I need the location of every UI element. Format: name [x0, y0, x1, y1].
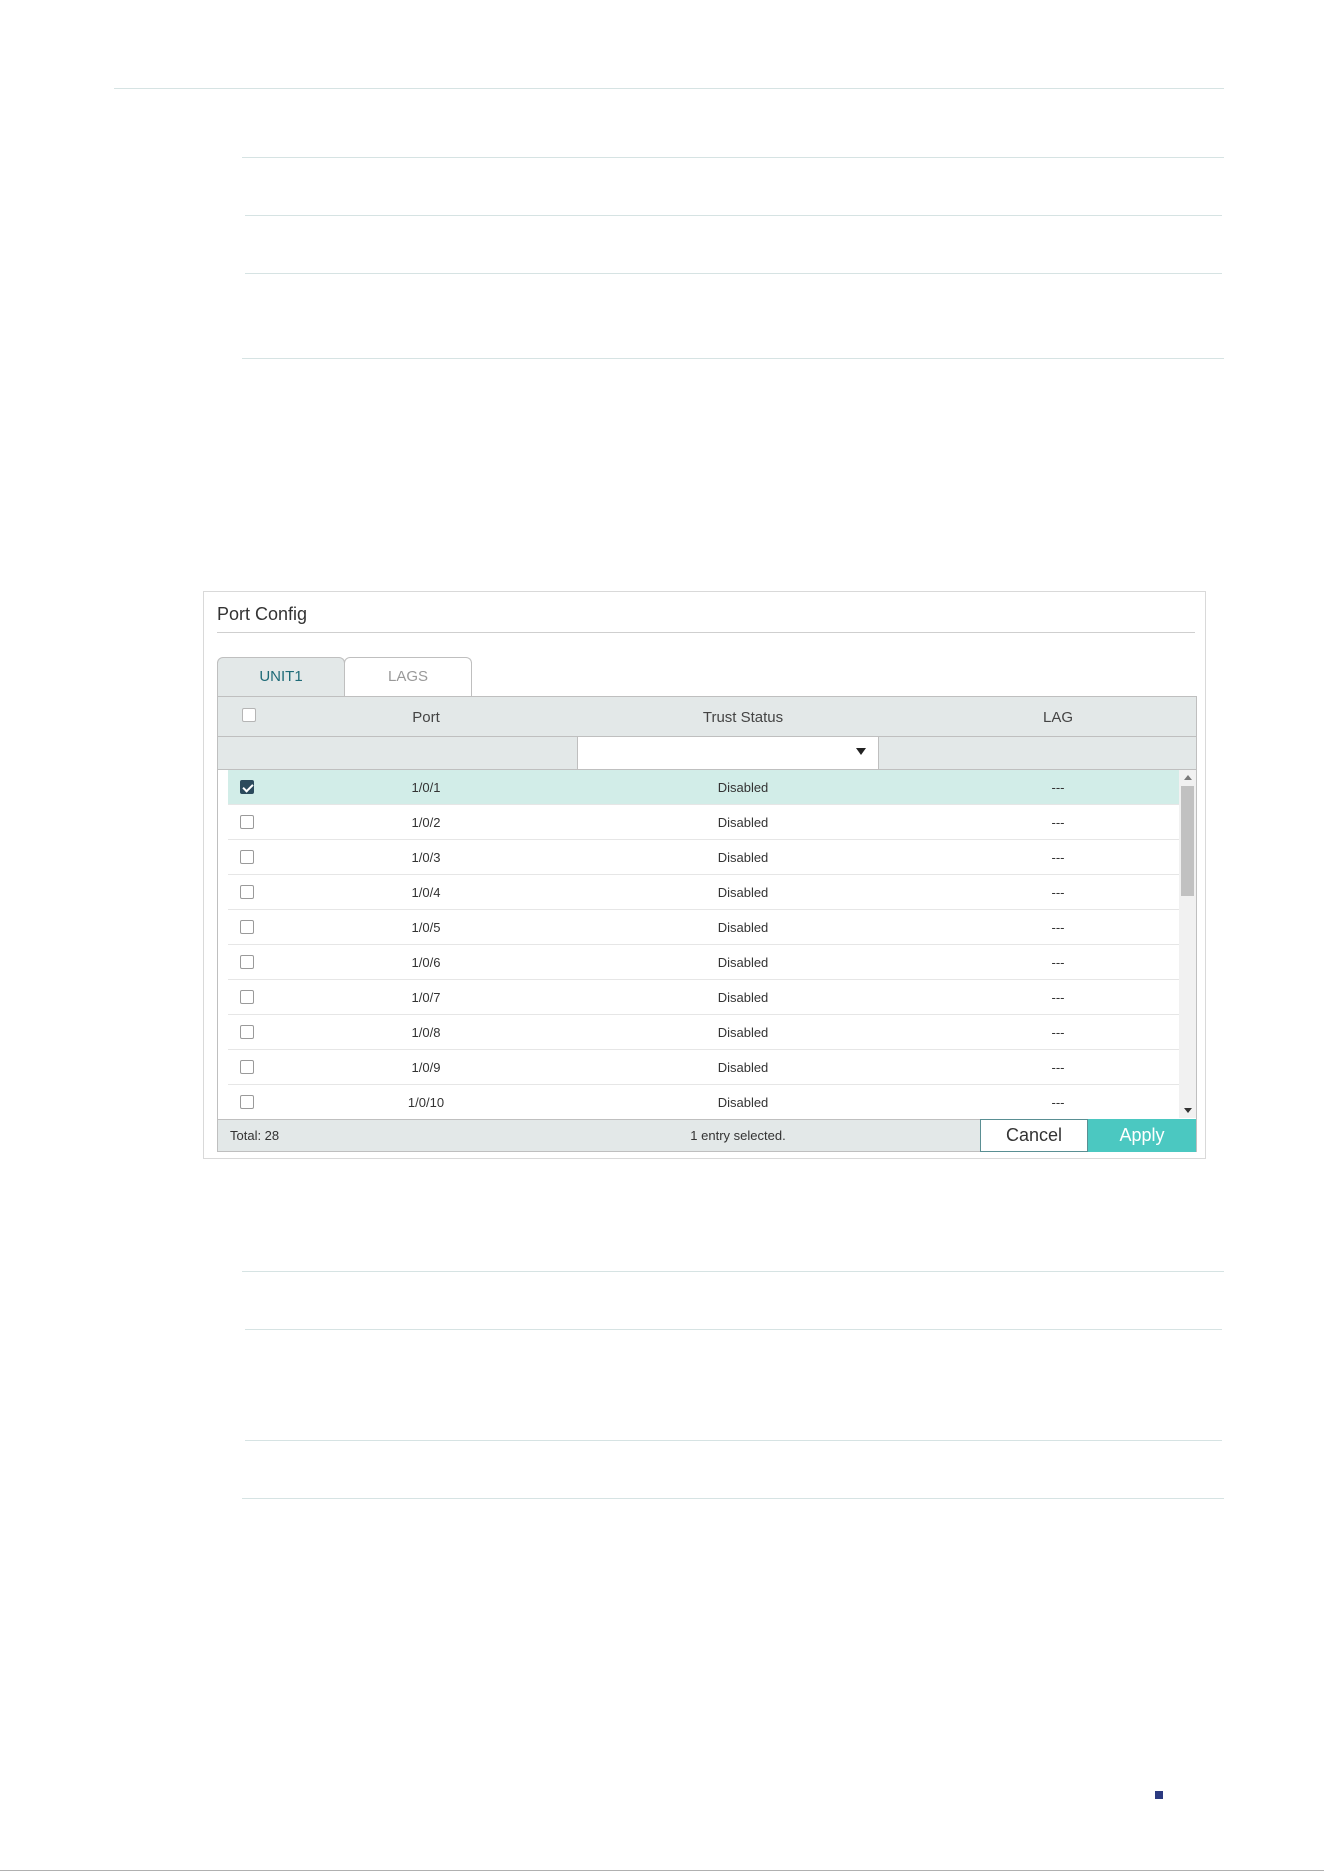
scroll-down-arrow-icon[interactable] — [1184, 1108, 1192, 1113]
row-checkbox[interactable] — [240, 920, 254, 934]
page-marker — [1155, 1791, 1163, 1799]
table-rule-bottom — [242, 1498, 1224, 1499]
filter-row — [218, 737, 1196, 770]
cell-trust-status: Disabled — [717, 955, 769, 970]
row-checkbox[interactable] — [240, 780, 254, 794]
total-count: Total: 28 — [230, 1128, 280, 1143]
cell-lag: --- — [1051, 990, 1065, 1005]
selection-status: 1 entry selected. — [690, 1128, 786, 1143]
table-row[interactable]: 1/0/2 Disabled --- — [228, 805, 1179, 840]
cell-port: 1/0/1 — [411, 780, 441, 795]
table-rule — [245, 273, 1222, 274]
table-scrollbar[interactable] — [1179, 770, 1196, 1118]
cell-trust-status: Disabled — [717, 1060, 769, 1075]
cell-lag: --- — [1051, 885, 1065, 900]
cell-port: 1/0/2 — [411, 815, 441, 830]
tab-unit1[interactable]: UNIT1 — [217, 657, 345, 696]
select-all-checkbox[interactable] — [242, 708, 256, 722]
cell-lag: --- — [1051, 1025, 1065, 1040]
cell-port: 1/0/7 — [411, 990, 441, 1005]
cell-port: 1/0/5 — [411, 920, 441, 935]
scroll-up-arrow-icon[interactable] — [1184, 775, 1192, 780]
cell-trust-status: Disabled — [717, 885, 769, 900]
table-row[interactable]: 1/0/6 Disabled --- — [228, 945, 1179, 980]
row-checkbox[interactable] — [240, 1095, 254, 1109]
table-rule — [245, 1440, 1222, 1441]
panel-title: Port Config — [217, 604, 308, 624]
table-rule — [245, 215, 1222, 216]
table-body: 1/0/1 Disabled --- 1/0/2 Disabled --- 1/… — [228, 770, 1179, 1118]
cell-port: 1/0/8 — [411, 1025, 441, 1040]
table-footer: Total: 28 1 entry selected. Cancel Apply — [218, 1119, 1196, 1152]
column-header-port: Port — [412, 709, 440, 726]
table-header: Port Trust Status LAG — [218, 697, 1196, 737]
cell-lag: --- — [1051, 1095, 1065, 1110]
row-checkbox[interactable] — [240, 955, 254, 969]
apply-button[interactable]: Apply — [1088, 1119, 1196, 1152]
trust-status-filter-select[interactable] — [577, 737, 879, 769]
table-row[interactable]: 1/0/7 Disabled --- — [228, 980, 1179, 1015]
cell-trust-status: Disabled — [717, 850, 769, 865]
cell-trust-status: Disabled — [717, 1095, 769, 1110]
column-header-trust-status: Trust Status — [702, 709, 784, 726]
table-rule-top — [242, 157, 1224, 158]
port-config-panel: Port Config UNIT1 LAGS Port Trust Status… — [203, 591, 1206, 1159]
cell-lag: --- — [1051, 1060, 1065, 1075]
row-checkbox[interactable] — [240, 815, 254, 829]
scrollbar-thumb[interactable] — [1181, 786, 1194, 896]
table-rule-top — [242, 1271, 1224, 1272]
cell-port: 1/0/4 — [411, 885, 441, 900]
table-rule-bottom — [242, 358, 1224, 359]
table-row[interactable]: 1/0/4 Disabled --- — [228, 875, 1179, 910]
panel-title-divider — [217, 632, 1195, 633]
table-row[interactable]: 1/0/1 Disabled --- — [228, 770, 1179, 805]
tab-lags[interactable]: LAGS — [344, 657, 472, 696]
row-checkbox[interactable] — [240, 990, 254, 1004]
table-row[interactable]: 1/0/3 Disabled --- — [228, 840, 1179, 875]
row-checkbox[interactable] — [240, 1025, 254, 1039]
row-checkbox[interactable] — [240, 885, 254, 899]
cell-lag: --- — [1051, 920, 1065, 935]
cell-lag: --- — [1051, 815, 1065, 830]
cell-trust-status: Disabled — [717, 780, 769, 795]
cell-port: 1/0/6 — [411, 955, 441, 970]
cell-trust-status: Disabled — [717, 990, 769, 1005]
cell-trust-status: Disabled — [717, 815, 769, 830]
cell-lag: --- — [1051, 780, 1065, 795]
cell-trust-status: Disabled — [717, 1025, 769, 1040]
cancel-button[interactable]: Cancel — [980, 1119, 1088, 1152]
column-header-lag: LAG — [1042, 709, 1073, 726]
cell-trust-status: Disabled — [717, 920, 769, 935]
table-row[interactable]: 1/0/9 Disabled --- — [228, 1050, 1179, 1085]
row-checkbox[interactable] — [240, 850, 254, 864]
footer-rule — [0, 1870, 1324, 1871]
table-rule — [245, 1329, 1222, 1330]
port-table: Port Trust Status LAG 1/0/1 Disabled ---… — [217, 696, 1197, 1152]
table-row[interactable]: 1/0/5 Disabled --- — [228, 910, 1179, 945]
table-row[interactable]: 1/0/10 Disabled --- — [228, 1085, 1179, 1118]
cell-port: 1/0/10 — [407, 1095, 445, 1110]
row-checkbox[interactable] — [240, 1060, 254, 1074]
caret-down-icon — [856, 748, 866, 755]
cell-lag: --- — [1051, 850, 1065, 865]
cell-lag: --- — [1051, 955, 1065, 970]
cell-port: 1/0/9 — [411, 1060, 441, 1075]
table-row[interactable]: 1/0/8 Disabled --- — [228, 1015, 1179, 1050]
cell-port: 1/0/3 — [411, 850, 441, 865]
header-rule — [114, 88, 1224, 89]
